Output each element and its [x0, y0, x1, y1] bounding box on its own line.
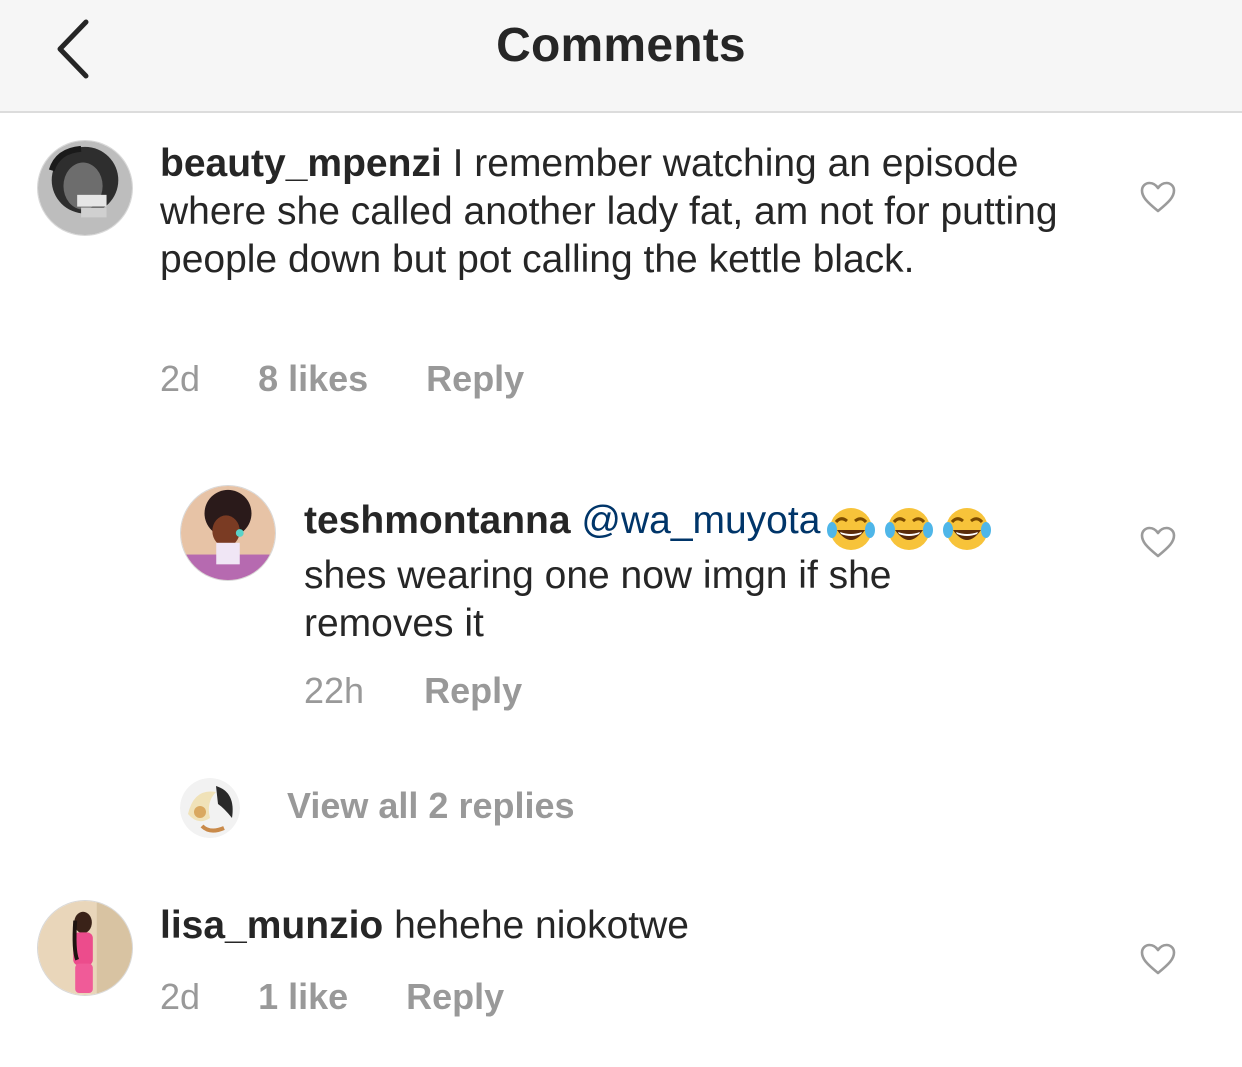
like-button[interactable]	[1139, 525, 1177, 559]
comment-text: shes wearing one now imgn if she removes…	[304, 553, 892, 645]
comment-likes-count[interactable]: 8 likes	[258, 358, 368, 400]
page-title: Comments	[496, 19, 746, 72]
comment-meta: 2d 8 likes Reply	[160, 358, 524, 400]
header-bar: Comments	[0, 0, 1242, 113]
user-avatar-image	[38, 141, 132, 235]
heart-outline-icon	[1140, 943, 1176, 975]
like-button[interactable]	[1139, 180, 1177, 214]
comment-timestamp: 2d	[160, 976, 201, 1017]
avatar[interactable]	[37, 900, 133, 996]
comment-text: hehehe niokotwe	[394, 904, 689, 947]
face-with-tears-of-joy-icon	[826, 506, 876, 552]
emoji-group	[826, 503, 1000, 552]
comment-likes-count[interactable]: 1 like	[258, 976, 348, 1018]
avatar[interactable]	[180, 778, 240, 838]
reply-button[interactable]: Reply	[406, 976, 504, 1018]
face-with-tears-of-joy-icon	[884, 506, 934, 552]
comment-meta: 2d 1 like Reply	[160, 976, 504, 1018]
comment-username[interactable]: teshmontanna	[304, 499, 571, 542]
avatar[interactable]	[37, 140, 133, 236]
user-avatar-image	[181, 486, 275, 580]
mention-link[interactable]: @wa_muyota	[581, 499, 820, 542]
user-avatar-image	[180, 778, 240, 838]
comment-meta: 22h Reply	[304, 670, 522, 712]
comment-username[interactable]: lisa_munzio	[160, 904, 383, 947]
comment-body: lisa_munzio hehehe niokotwe	[160, 902, 1080, 950]
view-all-replies-button[interactable]: View all 2 replies	[287, 785, 575, 827]
comment-body: beauty_mpenzi I remember watching an epi…	[160, 140, 1080, 284]
like-button[interactable]	[1139, 942, 1177, 976]
user-avatar-image	[38, 901, 132, 995]
reply-button[interactable]: Reply	[426, 358, 524, 400]
face-with-tears-of-joy-icon	[942, 506, 992, 552]
heart-outline-icon	[1140, 526, 1176, 558]
comment-body: teshmontanna @wa_muyota shes wearing one…	[304, 497, 1094, 648]
heart-outline-icon	[1140, 181, 1176, 213]
comment-username[interactable]: beauty_mpenzi	[160, 142, 442, 185]
comment-timestamp: 22h	[304, 670, 365, 711]
comment-timestamp: 2d	[160, 358, 201, 399]
reply-button[interactable]: Reply	[424, 670, 522, 712]
avatar[interactable]	[180, 485, 276, 581]
